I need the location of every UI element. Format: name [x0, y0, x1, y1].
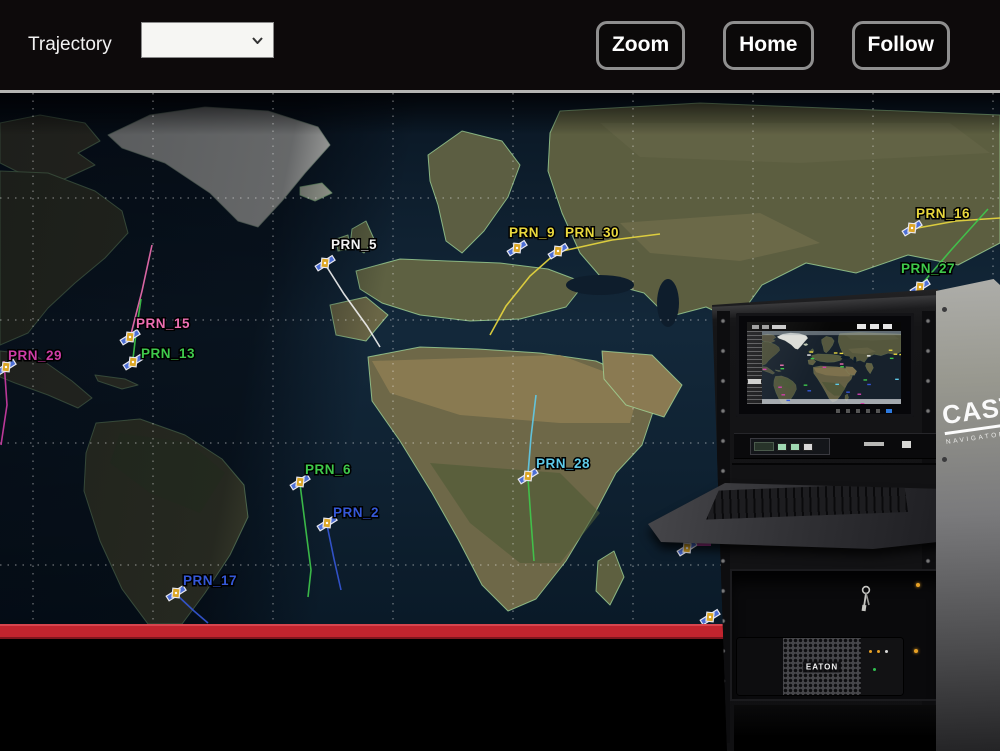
mini-satellite-marker	[890, 358, 894, 359]
satellite-label: PRN_6	[305, 462, 351, 477]
satellite-label: PRN_15	[136, 316, 190, 331]
satellite-label: PRN_9	[509, 225, 555, 240]
mini-satellite-marker	[863, 379, 867, 380]
cabinet-front: EATON	[712, 287, 938, 751]
satellite-label: PRN_29	[8, 348, 62, 363]
brand-logo: CAST NAVIGATOR	[940, 390, 1000, 446]
mini-satellite-marker	[857, 394, 861, 395]
mini-satellite-marker	[811, 358, 815, 359]
ups-grille: EATON	[783, 638, 861, 695]
toolbar-buttons: Zoom Home Follow	[596, 21, 950, 70]
instrument-button	[777, 443, 787, 451]
mini-satellite-marker	[823, 367, 827, 368]
satellite-label: PRN_16	[916, 206, 970, 221]
ups-panel	[737, 638, 783, 695]
mini-satellite-marker	[840, 353, 844, 354]
mini-satellite-marker	[867, 355, 871, 356]
cabinet-plinth	[734, 705, 942, 751]
mini-satellite-marker	[861, 403, 865, 404]
satellite-label: PRN_27	[901, 261, 955, 276]
rack-rail-left	[717, 311, 730, 743]
mini-satellite-marker	[835, 384, 839, 385]
mini-satellite-marker	[834, 352, 838, 353]
mini-app-map	[762, 331, 901, 404]
mini-satellite-marker	[780, 365, 784, 366]
satellite-label: PRN_13	[141, 346, 195, 361]
brand-name: CAST	[940, 390, 1000, 435]
mini-satellite-marker	[781, 394, 785, 395]
mini-satellite-marker	[763, 369, 767, 370]
monitor-buttons	[836, 409, 892, 413]
monitor-screen	[747, 322, 901, 404]
ups-logo: EATON	[803, 661, 841, 672]
trajectory-label: Trajectory	[28, 34, 112, 56]
drive-slot	[902, 441, 911, 448]
control-unit	[734, 433, 940, 459]
instrument-button	[803, 443, 813, 451]
mini-satellite-marker	[899, 354, 901, 355]
mini-satellite-marker	[786, 400, 790, 401]
mini-satellite-marker	[780, 368, 784, 369]
toolbar: Trajectory Zoom Home Follow	[0, 0, 1000, 90]
mini-satellite-marker	[889, 350, 893, 351]
mini-satellite-marker	[840, 363, 844, 364]
satellite-label: PRN_5	[331, 237, 377, 252]
mini-satellite-marker	[840, 366, 844, 367]
mini-app-toolbar	[747, 322, 901, 331]
unit-label	[864, 442, 884, 446]
mini-satellite-marker	[804, 384, 808, 385]
satellite-label: PRN_2	[333, 505, 379, 520]
cabinet-side: CAST NAVIGATOR	[936, 277, 1000, 751]
status-led	[914, 649, 918, 653]
instrument-panel	[750, 438, 830, 455]
mini-satellite-marker	[895, 379, 899, 380]
mini-app-sidebar	[747, 331, 762, 404]
instrument-button	[790, 443, 800, 451]
chevron-down-icon	[252, 37, 263, 44]
follow-button[interactable]: Follow	[852, 21, 951, 70]
mini-satellite-marker	[894, 354, 898, 355]
satellite-label: PRN_28	[536, 456, 590, 471]
mini-satellite-marker	[778, 387, 782, 388]
mini-satellite-marker	[846, 391, 850, 392]
mini-satellite-marker	[807, 390, 811, 391]
ups-controls	[861, 638, 903, 695]
blank-panel	[732, 463, 942, 519]
monitor	[736, 313, 914, 417]
ups-unit: EATON	[737, 638, 903, 695]
window: { "toolbar": { "trajectory_label": "Traj…	[0, 0, 1000, 751]
trajectory-dropdown[interactable]	[141, 22, 274, 58]
satellite-label: PRN_30	[565, 225, 619, 240]
keys-icon	[858, 585, 874, 615]
status-led	[916, 583, 920, 587]
instrument-display	[754, 442, 774, 451]
toolbar-separator	[0, 90, 1000, 93]
satellite-label: PRN_17	[183, 573, 237, 588]
mini-satellite-marker	[810, 351, 814, 352]
mini-satellite-marker	[807, 354, 811, 355]
home-button[interactable]: Home	[723, 21, 813, 70]
zoom-button[interactable]: Zoom	[596, 21, 685, 70]
equipment-cabinet: EATON CAST NAVIGATOR	[645, 277, 1000, 751]
mini-satellite-marker	[867, 384, 871, 385]
